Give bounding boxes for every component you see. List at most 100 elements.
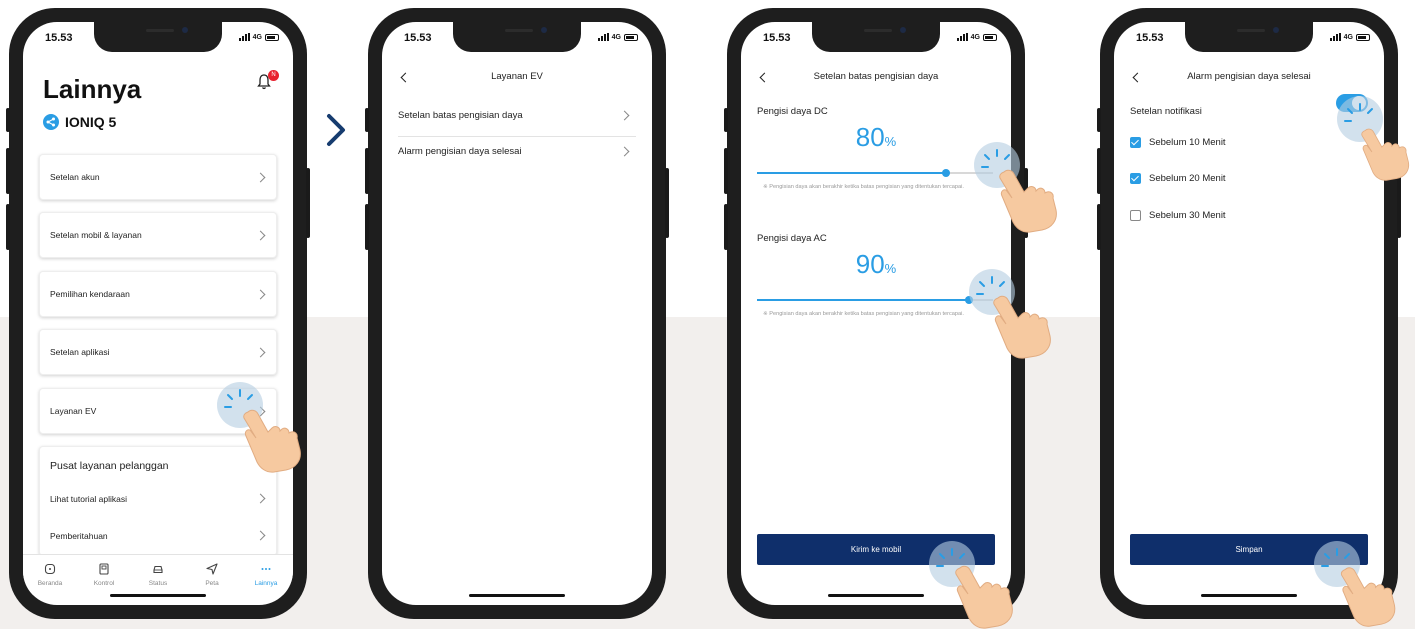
notification-badge: N [268, 70, 279, 81]
menu-item-label: Lihat tutorial aplikasi [50, 494, 128, 504]
remote-icon [99, 563, 109, 575]
network-label: 4G [252, 33, 262, 41]
list-item-batas-pengisian[interactable]: Setelan batas pengisian daya [382, 98, 652, 134]
network-label: 4G [970, 33, 980, 41]
menu-item-setelan-mobil[interactable]: Setelan mobil & layanan [39, 212, 277, 258]
chevron-right-icon [255, 230, 266, 241]
ac-slider-fill [757, 299, 970, 301]
checkbox-icon[interactable] [1130, 210, 1141, 221]
menu-item-label: Setelan aplikasi [50, 347, 110, 357]
page-title: Alarm pengisian daya selesai [1187, 71, 1311, 82]
status-indicators: 4G [1329, 33, 1370, 41]
ac-charger-label: Pengisi daya AC [757, 233, 827, 244]
more-icon [261, 568, 271, 570]
status-time: 15.53 [45, 32, 73, 44]
tab-label: Peta [205, 580, 219, 587]
share-icon [43, 114, 59, 130]
screen-layanan-ev: 15.53 4G Layanan EV Setelan batas pengis… [382, 22, 652, 605]
page-title: Layanan EV [491, 71, 543, 82]
dc-slider-handle[interactable] [941, 169, 950, 177]
checkbox-icon[interactable] [1130, 137, 1141, 148]
nav-bar: Alarm pengisian daya selesai [1114, 68, 1384, 88]
dc-limit-slider[interactable] [757, 169, 993, 177]
pointing-hand-icon [1334, 560, 1404, 633]
home-indicator [110, 594, 206, 597]
phone-lainnya: 15.53 4G Lainnya N IONIQ 5 Setelan akun … [6, 8, 310, 619]
pointing-hand-icon [988, 288, 1058, 365]
dc-note: ※ Pengisian daya akan berakhir ketika ba… [763, 184, 964, 190]
menu-item-pemilihan-kendaraan[interactable]: Pemilihan kendaraan [39, 271, 277, 317]
notification-setting-label: Setelan notifikasi [1130, 106, 1202, 117]
tab-label: Kontrol [93, 580, 115, 587]
menu-item-setelan-aplikasi[interactable]: Setelan aplikasi [39, 329, 277, 375]
pointing-hand-icon [238, 402, 308, 479]
network-label: 4G [1343, 33, 1353, 41]
signal-icon [1329, 33, 1341, 41]
vehicle-name: IONIQ 5 [65, 114, 117, 130]
chevron-right-icon [619, 146, 630, 157]
status-time: 15.53 [1136, 32, 1164, 44]
home-icon [44, 563, 56, 575]
battery-icon [265, 33, 279, 41]
tab-kontrol[interactable]: Kontrol [77, 555, 131, 595]
home-indicator [1201, 594, 1297, 597]
status-indicators: 4G [238, 33, 279, 41]
status-indicators: 4G [597, 33, 638, 41]
tab-label: Lainnya [254, 580, 278, 587]
ac-value: 90 [855, 249, 885, 279]
battery-icon [624, 33, 638, 41]
status-indicators: 4G [956, 33, 997, 41]
chevron-right-icon [255, 530, 266, 541]
chevron-right-icon [255, 172, 266, 183]
chevron-right-icon [255, 289, 266, 300]
option-10-menit[interactable]: Sebelum 10 Menit [1130, 137, 1226, 148]
tab-label: Status [148, 580, 168, 587]
option-label: Sebelum 10 Menit [1149, 137, 1226, 148]
option-label: Sebelum 30 Menit [1149, 210, 1226, 221]
page-title: Lainnya [43, 74, 142, 104]
list-item-alarm-pengisian[interactable]: Alarm pengisian daya selesai [382, 134, 652, 170]
dc-value: 80 [855, 122, 885, 152]
chevron-right-icon [326, 113, 346, 152]
status-time: 15.53 [763, 32, 791, 44]
status-time: 15.53 [404, 32, 432, 44]
signal-icon [956, 33, 968, 41]
network-label: 4G [611, 33, 621, 41]
chevron-right-icon [619, 110, 630, 121]
menu-item-label: Setelan akun [50, 172, 100, 182]
signal-icon [597, 33, 609, 41]
menu-item-label: Setelan mobil & layanan [50, 230, 142, 240]
nav-bar: Setelan batas pengisian daya [741, 68, 1011, 88]
option-30-menit[interactable]: Sebelum 30 Menit [1130, 210, 1226, 221]
screen-lainnya: 15.53 4G Lainnya N IONIQ 5 Setelan akun … [23, 22, 293, 605]
vehicle-selector[interactable]: IONIQ 5 [43, 114, 116, 130]
dc-slider-fill [757, 172, 946, 174]
pointing-hand-icon [1357, 116, 1415, 193]
tab-peta[interactable]: Peta [185, 555, 239, 595]
menu-item-label: Pemilihan kendaraan [50, 289, 130, 299]
home-indicator [828, 594, 924, 597]
menu-item-setelan-akun[interactable]: Setelan akun [39, 154, 277, 200]
tab-lainnya[interactable]: Lainnya [239, 555, 293, 595]
tab-label: Beranda [37, 580, 63, 587]
phone-layanan-ev: 15.53 4G Layanan EV Setelan batas pengis… [365, 8, 669, 619]
checkbox-icon[interactable] [1130, 173, 1141, 184]
ac-unit: % [884, 261, 897, 276]
tab-beranda[interactable]: Beranda [23, 555, 77, 595]
battery-icon [1356, 33, 1370, 41]
tab-status[interactable]: Status [131, 555, 185, 595]
pointing-hand-icon [994, 162, 1064, 239]
car-icon [153, 565, 163, 574]
pointing-hand-icon [950, 558, 1020, 635]
signal-icon [238, 33, 250, 41]
bottom-tab-bar: Beranda Kontrol Status Peta Lainnya [23, 554, 293, 595]
ac-limit-slider[interactable] [757, 296, 993, 304]
dc-charger-label: Pengisi daya DC [757, 106, 828, 117]
home-indicator [469, 594, 565, 597]
chevron-right-icon [255, 347, 266, 358]
dc-limit-value: 80% [741, 122, 1011, 153]
list-item-label: Alarm pengisian daya selesai [398, 146, 522, 157]
chevron-right-icon [255, 493, 266, 504]
option-20-menit[interactable]: Sebelum 20 Menit [1130, 173, 1226, 184]
ac-note: ※ Pengisian daya akan berakhir ketika ba… [763, 311, 964, 317]
